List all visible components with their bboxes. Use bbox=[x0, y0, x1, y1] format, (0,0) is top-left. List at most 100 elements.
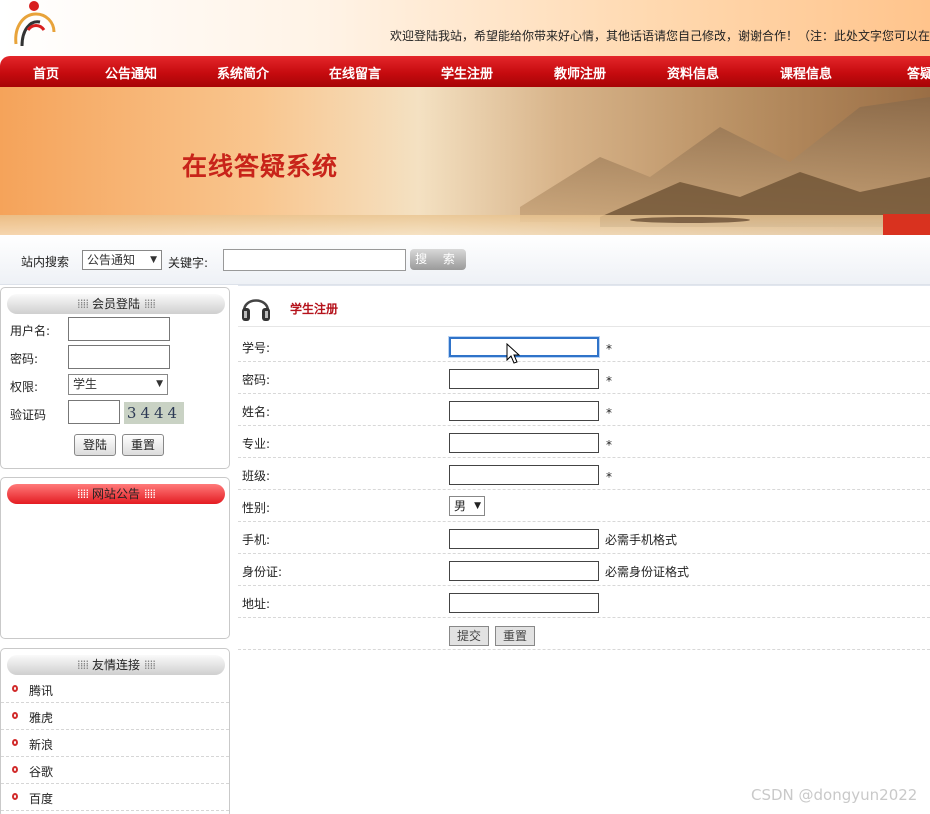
form-title: 学生注册 bbox=[290, 302, 339, 316]
notice-panel-header: ⁞⁞⁞⁞ 网站公告 ⁞⁞⁞⁞ bbox=[7, 484, 225, 504]
form-reset-button[interactable]: 重置 bbox=[495, 626, 535, 646]
password-input[interactable] bbox=[68, 345, 170, 369]
mouse-cursor-icon bbox=[506, 343, 520, 364]
phone-label: 手机: bbox=[242, 533, 271, 547]
form-row-actions: 提交 重置 bbox=[238, 618, 930, 650]
notice-panel-title: 网站公告 bbox=[91, 487, 140, 501]
id-card-label: 身份证: bbox=[242, 565, 283, 579]
nav-teacher-register[interactable]: 教师注册 bbox=[554, 63, 606, 82]
link-google[interactable]: 谷歌 bbox=[29, 763, 53, 780]
links-panel: ⁞⁞⁞⁞ 友情连接 ⁞⁞⁞⁞ 腾讯 雅虎 新浪 谷歌 百度 bbox=[0, 648, 230, 814]
grip-icon: ⁞⁞⁞⁞ bbox=[76, 658, 89, 672]
student-id-input[interactable] bbox=[449, 337, 599, 357]
required-mark: * bbox=[606, 342, 612, 356]
login-panel-header: ⁞⁞⁞⁞ 会员登陆 ⁞⁞⁞⁞ bbox=[7, 294, 225, 314]
search-category-value: 公告通知 bbox=[87, 253, 136, 267]
bullet-icon bbox=[12, 685, 18, 692]
phone-format-hint: 必需手机格式 bbox=[605, 533, 678, 547]
bullet-icon bbox=[12, 766, 18, 773]
nav-notices[interactable]: 公告通知 bbox=[105, 63, 157, 82]
links-panel-header: ⁞⁞⁞⁞ 友情连接 ⁞⁞⁞⁞ bbox=[7, 655, 225, 675]
required-mark: * bbox=[606, 470, 612, 484]
keyword-input[interactable] bbox=[223, 249, 406, 271]
main-nav: 首页 公告通知 系统简介 在线留言 学生注册 教师注册 资料信息 课程信息 答疑 bbox=[0, 56, 930, 87]
headphones-icon bbox=[242, 299, 270, 321]
form-row-name: 姓名: * bbox=[238, 394, 930, 426]
bullet-icon bbox=[12, 739, 18, 746]
major-label: 专业: bbox=[242, 437, 271, 451]
bullet-icon bbox=[12, 793, 18, 800]
role-value: 学生 bbox=[73, 377, 98, 391]
grip-icon: ⁞⁞⁞⁞ bbox=[143, 658, 156, 672]
name-label: 姓名: bbox=[242, 405, 271, 419]
site-logo-icon bbox=[14, 1, 56, 47]
form-row-class: 班级: * bbox=[238, 458, 930, 490]
gender-value: 男 bbox=[454, 499, 467, 513]
nav-materials[interactable]: 资料信息 bbox=[667, 63, 719, 82]
username-input[interactable] bbox=[68, 317, 170, 341]
id-card-format-hint: 必需身份证格式 bbox=[605, 565, 690, 579]
role-label: 权限: bbox=[10, 380, 39, 394]
captcha-input[interactable] bbox=[68, 400, 120, 424]
nav-messages[interactable]: 在线留言 bbox=[329, 63, 381, 82]
class-label: 班级: bbox=[242, 469, 271, 483]
link-item: 新浪 bbox=[1, 730, 229, 757]
title-divider bbox=[238, 326, 930, 327]
grip-icon: ⁞⁞⁞⁞ bbox=[143, 297, 156, 311]
login-panel-title: 会员登陆 bbox=[91, 297, 140, 311]
link-item: 雅虎 bbox=[1, 703, 229, 730]
link-item: 腾讯 bbox=[1, 676, 229, 703]
login-button[interactable]: 登陆 bbox=[74, 434, 116, 456]
search-category-select[interactable]: 公告通知 ▼ bbox=[82, 250, 162, 270]
id-card-input[interactable] bbox=[449, 561, 599, 581]
form-row-gender: 性别: 男 ▼ bbox=[238, 490, 930, 522]
link-item: 百度 bbox=[1, 784, 229, 811]
nav-home[interactable]: 首页 bbox=[33, 63, 59, 82]
chevron-down-icon: ▼ bbox=[474, 501, 481, 511]
captcha-label: 验证码 bbox=[10, 408, 47, 422]
address-input[interactable] bbox=[449, 593, 599, 613]
register-form: 学生注册 学号: * 密码: * 姓名: * 专业: * 班级: * 性别: 男… bbox=[238, 285, 930, 814]
captcha-image[interactable]: 3444 bbox=[124, 402, 184, 424]
link-tencent[interactable]: 腾讯 bbox=[29, 682, 53, 699]
grip-icon: ⁞⁞⁞⁞ bbox=[76, 487, 89, 501]
link-yahoo[interactable]: 雅虎 bbox=[29, 709, 53, 726]
link-sina[interactable]: 新浪 bbox=[29, 736, 53, 753]
notice-panel: ⁞⁞⁞⁞ 网站公告 ⁞⁞⁞⁞ bbox=[0, 477, 230, 639]
required-mark: * bbox=[606, 406, 612, 420]
link-baidu[interactable]: 百度 bbox=[29, 790, 53, 807]
form-row-id-card: 身份证: 必需身份证格式 bbox=[238, 554, 930, 586]
banner-title: 在线答疑系统 bbox=[182, 152, 339, 181]
bullet-icon bbox=[12, 712, 18, 719]
name-input[interactable] bbox=[449, 401, 599, 421]
form-row-address: 地址: bbox=[238, 586, 930, 618]
link-item: 谷歌 bbox=[1, 757, 229, 784]
student-id-label: 学号: bbox=[242, 341, 271, 355]
nav-courses[interactable]: 课程信息 bbox=[780, 63, 832, 82]
form-row-phone: 手机: 必需手机格式 bbox=[238, 522, 930, 554]
banner-accent bbox=[883, 214, 930, 235]
major-input[interactable] bbox=[449, 433, 599, 453]
watermark: CSDN @dongyun2022 bbox=[751, 786, 918, 804]
gender-select[interactable]: 男 ▼ bbox=[449, 496, 485, 516]
grip-icon: ⁞⁞⁞⁞ bbox=[76, 297, 89, 311]
required-mark: * bbox=[606, 374, 612, 388]
phone-input[interactable] bbox=[449, 529, 599, 549]
username-label: 用户名: bbox=[10, 324, 51, 338]
nav-student-register[interactable]: 学生注册 bbox=[441, 63, 493, 82]
role-select[interactable]: 学生 ▼ bbox=[68, 374, 168, 395]
banner: 在线答疑系统 bbox=[0, 87, 930, 235]
password-input[interactable] bbox=[449, 369, 599, 389]
gender-label: 性别: bbox=[242, 501, 271, 515]
login-reset-button[interactable]: 重置 bbox=[122, 434, 164, 456]
chevron-down-icon: ▼ bbox=[150, 255, 157, 265]
nav-qa[interactable]: 答疑 bbox=[907, 63, 930, 82]
search-button[interactable]: 搜 索 bbox=[410, 249, 466, 270]
chevron-down-icon: ▼ bbox=[156, 379, 163, 389]
search-label: 站内搜索 bbox=[21, 255, 70, 269]
login-panel: ⁞⁞⁞⁞ 会员登陆 ⁞⁞⁞⁞ 用户名: 密码: 权限: 学生 ▼ 验证码 344… bbox=[0, 287, 230, 469]
banner-landscape-image bbox=[0, 97, 930, 235]
nav-system-intro[interactable]: 系统简介 bbox=[217, 63, 269, 82]
submit-button[interactable]: 提交 bbox=[449, 626, 489, 646]
class-input[interactable] bbox=[449, 465, 599, 485]
